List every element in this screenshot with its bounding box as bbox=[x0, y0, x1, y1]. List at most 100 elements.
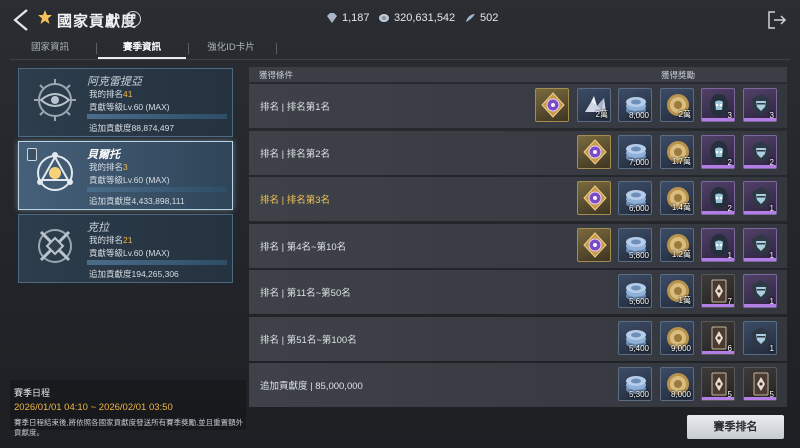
reward-condition-label: 排名 | 排名第3名 bbox=[260, 195, 331, 206]
nation-card-akretia[interactable]: 阿克雷提亞 我的排名41 貢獻等級Lv.60 (MAX) 追加貢獻度88,874… bbox=[18, 68, 233, 137]
reward-item[interactable]: 5,600 bbox=[618, 274, 652, 308]
reward-item[interactable]: 8,000 bbox=[660, 367, 694, 401]
reward-quantity: 5,300 bbox=[628, 390, 649, 399]
reward-item[interactable] bbox=[535, 88, 569, 122]
contribution-level: 貢獻等級Lv.60 (MAX) bbox=[89, 102, 170, 112]
currency-token: 502 bbox=[464, 12, 498, 24]
tab-divider bbox=[276, 43, 277, 54]
exit-icon[interactable] bbox=[767, 10, 787, 30]
season-ranking-button[interactable]: 賽季排名 bbox=[687, 415, 784, 439]
reward-item[interactable]: 1 bbox=[701, 228, 735, 262]
reward-item[interactable]: 3 bbox=[743, 88, 777, 122]
reward-quantity: 2 bbox=[727, 204, 732, 213]
reward-row: 追加貢獻度 | 85,000,000 5,300 8,000 5 5 bbox=[249, 363, 787, 407]
reward-item[interactable]: 6 bbox=[701, 321, 735, 355]
reward-quantity: 5 bbox=[727, 390, 732, 399]
reward-item[interactable] bbox=[577, 181, 611, 215]
reward-quantity: 6 bbox=[727, 344, 732, 353]
medal-emblem-icon bbox=[583, 139, 607, 165]
reward-item[interactable]: 1 bbox=[743, 181, 777, 215]
reward-item[interactable]: 1萬 bbox=[660, 274, 694, 308]
reward-condition-label: 排名 | 第51名~第100名 bbox=[260, 335, 357, 346]
reward-condition-label: 追加貢獻度 | 85,000,000 bbox=[260, 381, 363, 392]
nation-name: 貝爾托 bbox=[87, 149, 120, 161]
contribution-level: 貢獻等級Lv.60 (MAX) bbox=[89, 248, 170, 258]
reward-condition-label: 排名 | 第4名~第10名 bbox=[260, 242, 347, 253]
contribution-progress-fill bbox=[87, 260, 227, 265]
silver-coin-icon bbox=[379, 14, 389, 22]
currency-token-value: 502 bbox=[480, 12, 499, 24]
help-icon[interactable]: ? bbox=[125, 11, 141, 27]
reward-quantity: 6,000 bbox=[628, 204, 649, 213]
reward-item[interactable] bbox=[577, 228, 611, 262]
reward-quantity: 3 bbox=[769, 111, 774, 120]
reward-item[interactable]: 5,300 bbox=[618, 367, 652, 401]
reward-quantity: 2 bbox=[727, 158, 732, 167]
reward-item[interactable]: 1.7萬 bbox=[660, 135, 694, 169]
nation-card-kara[interactable]: 克拉 我的排名21 貢獻等級Lv.60 (MAX) 追加貢獻度194,265,3… bbox=[18, 214, 233, 283]
reward-item[interactable]: 5,800 bbox=[618, 228, 652, 262]
reward-quantity: 3 bbox=[727, 111, 732, 120]
column-condition: 獲得條件 bbox=[259, 70, 294, 80]
crystal-icon bbox=[327, 13, 337, 23]
reward-item[interactable]: 7,000 bbox=[618, 135, 652, 169]
contribution-progress-fill bbox=[87, 114, 227, 119]
reward-item[interactable]: 2 bbox=[743, 135, 777, 169]
reward-item[interactable]: 2萬 bbox=[577, 88, 611, 122]
tab-enhance-id-card[interactable]: 強化ID卡片 bbox=[196, 38, 266, 60]
reward-quantity: 2 bbox=[769, 158, 774, 167]
top-bar: 國家貢獻度 ? 1,187 320,631,542 502 bbox=[0, 0, 800, 38]
my-rank-value: 3 bbox=[123, 162, 128, 172]
reward-item[interactable]: 8,000 bbox=[618, 88, 652, 122]
feather-token-icon bbox=[466, 14, 475, 22]
reward-item[interactable]: 1 bbox=[743, 321, 777, 355]
reward-quantity: 8,000 bbox=[670, 390, 691, 399]
season-schedule: 賽季日程 2026/01/01 04:10 ~ 2026/02/01 03:50… bbox=[14, 386, 246, 438]
extra-contribution: 追加貢獻度88,874,497 bbox=[89, 123, 175, 133]
reward-item[interactable]: 5 bbox=[743, 367, 777, 401]
reward-item[interactable]: 3 bbox=[701, 88, 735, 122]
tab-season-info[interactable]: 賽季資訊 bbox=[98, 38, 186, 60]
reward-row: 排名 | 第11名~第50名 5,600 1萬 7 1 bbox=[249, 270, 787, 314]
reward-quantity: 1萬 bbox=[678, 296, 691, 305]
reward-item[interactable]: 2萬 bbox=[660, 88, 694, 122]
sun-emblem-icon bbox=[37, 152, 73, 191]
reward-quantity: 5 bbox=[769, 390, 774, 399]
reward-item[interactable]: 2 bbox=[701, 135, 735, 169]
reward-item[interactable]: 7 bbox=[701, 274, 735, 308]
reward-item[interactable]: 5,400 bbox=[618, 321, 652, 355]
nation-card-belto[interactable]: 貝爾托 我的排名3 貢獻等級Lv.60 (MAX) 追加貢獻度4,433,898… bbox=[18, 141, 233, 210]
tab-underline bbox=[10, 59, 790, 60]
reward-quantity: 1.2萬 bbox=[671, 250, 691, 259]
nation-name: 克拉 bbox=[87, 222, 109, 234]
my-rank: 我的排名21 bbox=[89, 235, 133, 245]
reward-item[interactable]: 5 bbox=[701, 367, 735, 401]
medal-emblem-icon bbox=[541, 92, 565, 118]
favorite-star-icon[interactable] bbox=[37, 9, 53, 25]
reward-quantity: 2萬 bbox=[678, 110, 691, 119]
currency-crystal: 1,187 bbox=[326, 12, 370, 24]
back-arrow-icon[interactable] bbox=[10, 7, 32, 33]
reward-item[interactable]: 1.2萬 bbox=[660, 228, 694, 262]
reward-quantity: 2萬 bbox=[595, 110, 608, 119]
reward-item[interactable]: 9,000 bbox=[660, 321, 694, 355]
reward-item[interactable]: 1 bbox=[743, 274, 777, 308]
reward-quantity: 5,800 bbox=[628, 251, 649, 260]
reward-item[interactable]: 6,000 bbox=[618, 181, 652, 215]
tab-nation-info[interactable]: 國家資訊 bbox=[20, 38, 80, 60]
currency-crystal-value: 1,187 bbox=[342, 12, 370, 24]
reward-quantity: 5,400 bbox=[628, 344, 649, 353]
reward-quantity: 1 bbox=[769, 297, 774, 306]
my-rank-value: 41 bbox=[123, 89, 133, 99]
cross-emblem-icon bbox=[38, 229, 72, 263]
contribution-progress-bar bbox=[87, 260, 227, 265]
reward-quantity: 5,600 bbox=[628, 297, 649, 306]
tab-divider bbox=[188, 43, 189, 54]
my-rank-value: 21 bbox=[123, 235, 133, 245]
contribution-progress-fill bbox=[87, 187, 227, 192]
reward-item[interactable]: 1.4萬 bbox=[660, 181, 694, 215]
reward-item[interactable]: 2 bbox=[701, 181, 735, 215]
reward-item[interactable] bbox=[577, 135, 611, 169]
extra-contribution: 追加貢獻度4,433,898,111 bbox=[89, 196, 185, 206]
reward-item[interactable]: 1 bbox=[743, 228, 777, 262]
